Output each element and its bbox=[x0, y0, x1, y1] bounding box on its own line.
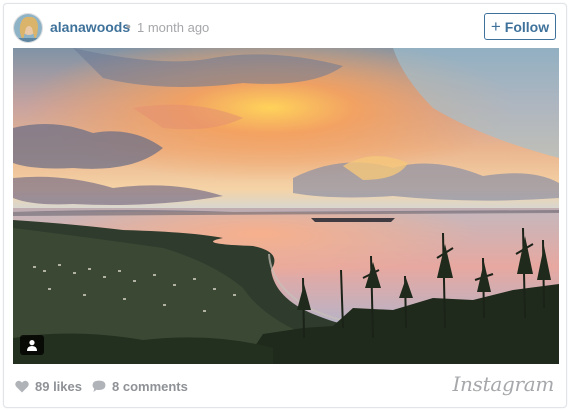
avatar[interactable] bbox=[13, 13, 43, 43]
user-tag-icon[interactable] bbox=[20, 335, 44, 355]
post-header: alanawoods • 1 month ago + Follow bbox=[4, 4, 566, 50]
plus-icon: + bbox=[490, 17, 501, 36]
meta-separator: • bbox=[126, 18, 131, 34]
comments-label: 8 comments bbox=[112, 379, 188, 394]
username-link[interactable]: alanawoods bbox=[50, 19, 130, 35]
comments-count[interactable]: 8 comments bbox=[92, 379, 188, 394]
post-timestamp[interactable]: 1 month ago bbox=[137, 20, 209, 35]
likes-label: 89 likes bbox=[35, 379, 82, 394]
speech-bubble-icon bbox=[92, 380, 106, 392]
sunset-landscape-image bbox=[13, 48, 559, 364]
post-photo[interactable] bbox=[13, 48, 559, 364]
follow-button[interactable]: + Follow bbox=[484, 13, 556, 40]
follow-label: Follow bbox=[504, 18, 550, 35]
likes-count[interactable]: 89 likes bbox=[15, 379, 82, 394]
heart-icon bbox=[15, 380, 29, 393]
instagram-embed-card: alanawoods • 1 month ago + Follow 89 lik… bbox=[3, 3, 567, 408]
instagram-logo[interactable]: Instagram bbox=[452, 372, 554, 396]
post-footer: 89 likes 8 comments Instagram bbox=[4, 364, 566, 408]
